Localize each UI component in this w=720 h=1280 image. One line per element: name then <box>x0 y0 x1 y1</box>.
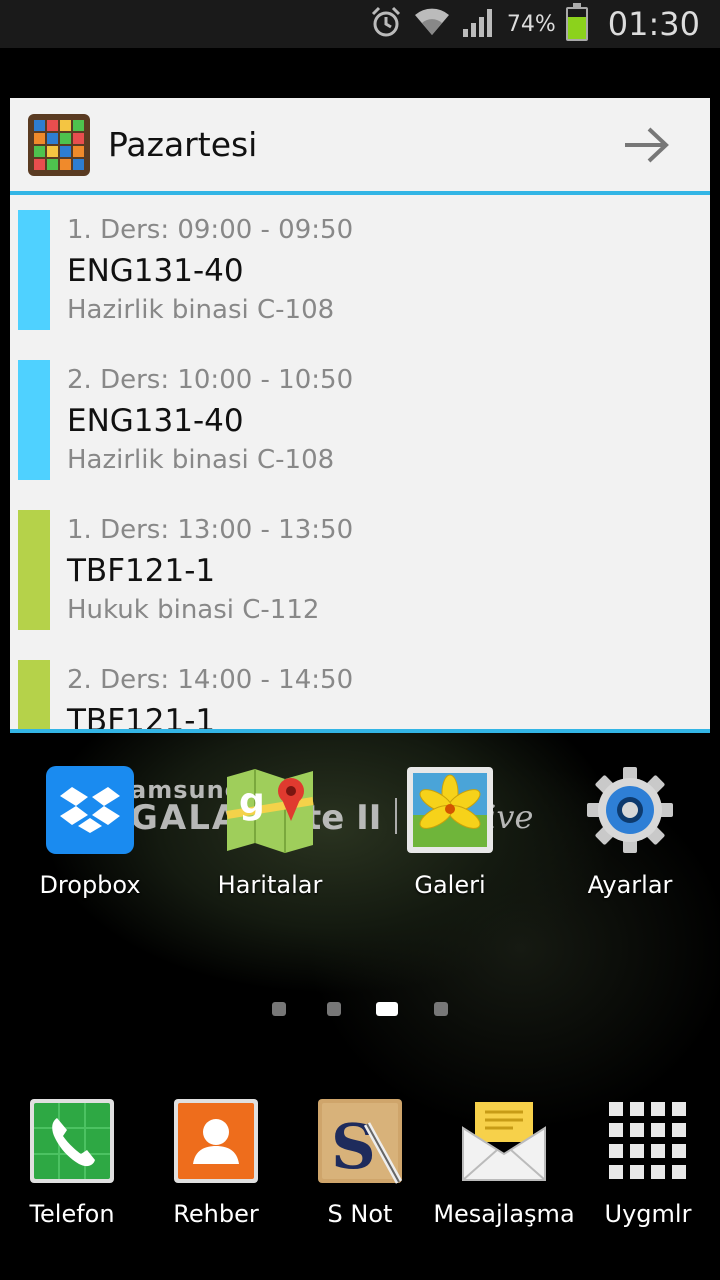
dock-messaging[interactable]: Mesajlaşma <box>432 1098 576 1228</box>
lesson-code: ENG131-40 <box>67 403 244 439</box>
day-title: Pazartesi <box>108 125 258 164</box>
widget-bottom-border <box>10 729 710 733</box>
app-label: Dropbox <box>39 871 141 899</box>
page-dot[interactable] <box>434 1002 448 1016</box>
lesson-room: Hazirlik binasi C-108 <box>67 295 335 325</box>
maps-icon: g <box>225 765 315 855</box>
dock-label: Uygmlr <box>604 1200 692 1228</box>
lesson-time: 2. Ders: 14:00 - 14:50 <box>67 665 354 695</box>
apps-grid-icon <box>605 1098 691 1184</box>
lesson-color-bar <box>18 510 50 630</box>
page-indicator <box>0 1002 720 1018</box>
list-item[interactable]: 1. Ders: 13:00 - 13:50 TBF121-1 Hukuk bi… <box>10 495 710 645</box>
s-note-icon: S <box>317 1098 403 1184</box>
dock-label: S Not <box>327 1200 393 1228</box>
battery-icon <box>565 3 588 41</box>
app-label: Ayarlar <box>587 871 673 899</box>
lesson-time: 1. Ders: 13:00 - 13:50 <box>67 515 354 545</box>
dock-label: Telefon <box>29 1200 115 1228</box>
dock-s-note[interactable]: S S Not <box>288 1098 432 1228</box>
lesson-color-bar <box>18 360 50 480</box>
page-dot[interactable] <box>272 1002 286 1016</box>
app-gallery[interactable]: Galeri <box>360 765 540 899</box>
list-item[interactable]: 1. Ders: 09:00 - 09:50 ENG131-40 Hazirli… <box>10 195 710 345</box>
dock: Telefon Rehber S S Not Mesajlaşma Uygmlr <box>0 1098 720 1238</box>
lesson-color-bar <box>18 210 50 330</box>
app-label: Galeri <box>414 871 486 899</box>
dock-apps[interactable]: Uygmlr <box>576 1098 720 1228</box>
app-dropbox[interactable]: Dropbox <box>0 765 180 899</box>
battery-percent: 74% <box>506 11 556 37</box>
lesson-code: ENG131-40 <box>67 253 244 289</box>
signal-icon <box>461 5 497 43</box>
app-settings[interactable]: Ayarlar <box>540 765 720 899</box>
lesson-code: TBF121-1 <box>67 553 216 589</box>
dock-contacts[interactable]: Rehber <box>144 1098 288 1228</box>
page-dot-active[interactable] <box>376 1002 398 1016</box>
clock: 01:30 <box>607 5 700 43</box>
settings-icon <box>585 765 675 855</box>
alarm-icon <box>369 5 403 43</box>
contacts-icon <box>173 1098 259 1184</box>
next-day-button[interactable] <box>612 110 682 180</box>
lesson-room: Hazirlik binasi C-108 <box>67 445 335 475</box>
lesson-time: 1. Ders: 09:00 - 09:50 <box>67 215 354 245</box>
widget-header[interactable]: Pazartesi <box>10 98 710 195</box>
wifi-icon <box>413 5 451 43</box>
arrow-right-icon <box>625 127 669 162</box>
list-item[interactable]: 2. Ders: 10:00 - 10:50 ENG131-40 Hazirli… <box>10 345 710 495</box>
dock-label: Mesajlaşma <box>433 1200 575 1228</box>
messaging-icon <box>461 1098 547 1184</box>
list-item[interactable]: 2. Ders: 14:00 - 14:50 TBF121-1 <box>10 645 710 733</box>
app-label: Haritalar <box>217 871 323 899</box>
lesson-color-bar <box>18 660 50 733</box>
timetable-app-icon[interactable] <box>28 113 90 176</box>
lesson-list[interactable]: 1. Ders: 09:00 - 09:50 ENG131-40 Hazirli… <box>10 195 710 733</box>
svg-text:g: g <box>239 781 265 822</box>
lesson-time: 2. Ders: 10:00 - 10:50 <box>67 365 354 395</box>
phone-icon <box>29 1098 115 1184</box>
page-dot[interactable] <box>327 1002 341 1016</box>
app-maps[interactable]: g Haritalar <box>180 765 360 899</box>
home-apps: Dropbox g Haritalar Galeri Ayarlar <box>0 765 720 905</box>
svg-text:S: S <box>331 1110 376 1183</box>
status-bar: 74% 01:30 <box>0 0 720 48</box>
gallery-icon <box>405 765 495 855</box>
dock-label: Rehber <box>173 1200 259 1228</box>
timetable-widget[interactable]: Pazartesi 1. Ders: 09:00 - 09:50 ENG131-… <box>10 98 710 733</box>
dropbox-icon <box>45 765 135 855</box>
dock-phone[interactable]: Telefon <box>0 1098 144 1228</box>
lesson-room: Hukuk binasi C-112 <box>67 595 320 625</box>
